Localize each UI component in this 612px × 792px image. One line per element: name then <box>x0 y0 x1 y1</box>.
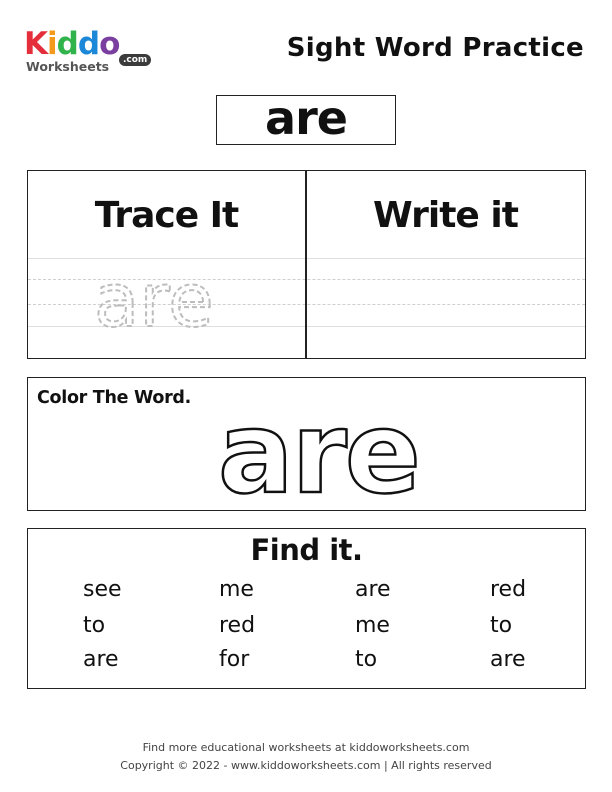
trace-area[interactable]: are <box>28 171 305 357</box>
find-it-section: Find it. see me are red to red me to are for to are <box>27 528 586 689</box>
logo-letter: d <box>77 26 100 62</box>
footer-line-2: Copyright © 2022 - www.kiddoworksheets.c… <box>120 759 492 772</box>
color-word-section: Color The Word. are <box>27 377 586 511</box>
trace-word-dotted: are <box>94 258 214 344</box>
find-word[interactable]: me <box>219 577 254 602</box>
color-area[interactable]: are <box>28 378 584 509</box>
find-word[interactable]: red <box>219 613 255 638</box>
sight-word: are <box>265 91 348 145</box>
find-word[interactable]: to <box>83 613 105 638</box>
logo-letter: d <box>56 26 79 62</box>
logo-subtext: Worksheets <box>26 59 110 74</box>
write-area[interactable] <box>307 251 585 351</box>
find-word[interactable]: are <box>490 647 526 672</box>
logo-tld-badge: .com <box>119 54 152 66</box>
find-word[interactable]: are <box>355 577 391 602</box>
logo-letter: o <box>99 26 120 62</box>
logo-letter: i <box>47 26 58 62</box>
logo-wordmark: Kiddo <box>24 26 120 62</box>
find-word[interactable]: for <box>219 647 249 672</box>
write-heading: Write it <box>373 195 519 236</box>
find-word[interactable]: me <box>355 613 390 638</box>
find-word[interactable]: to <box>490 613 512 638</box>
footer-line-1: Find more educational worksheets at kidd… <box>142 741 470 754</box>
page-title: Sight Word Practice <box>286 33 584 63</box>
outline-word: are <box>218 389 419 509</box>
find-word[interactable]: red <box>490 577 526 602</box>
sight-word-box: are <box>216 95 396 145</box>
find-heading: Find it. <box>250 533 363 567</box>
find-word[interactable]: see <box>83 577 122 602</box>
logo-letter: K <box>24 26 48 62</box>
find-word[interactable]: are <box>83 647 119 672</box>
find-word[interactable]: to <box>355 647 377 672</box>
logo: Kiddo Worksheets .com <box>24 26 154 76</box>
trace-write-section: Trace It Write it are <box>27 170 586 359</box>
